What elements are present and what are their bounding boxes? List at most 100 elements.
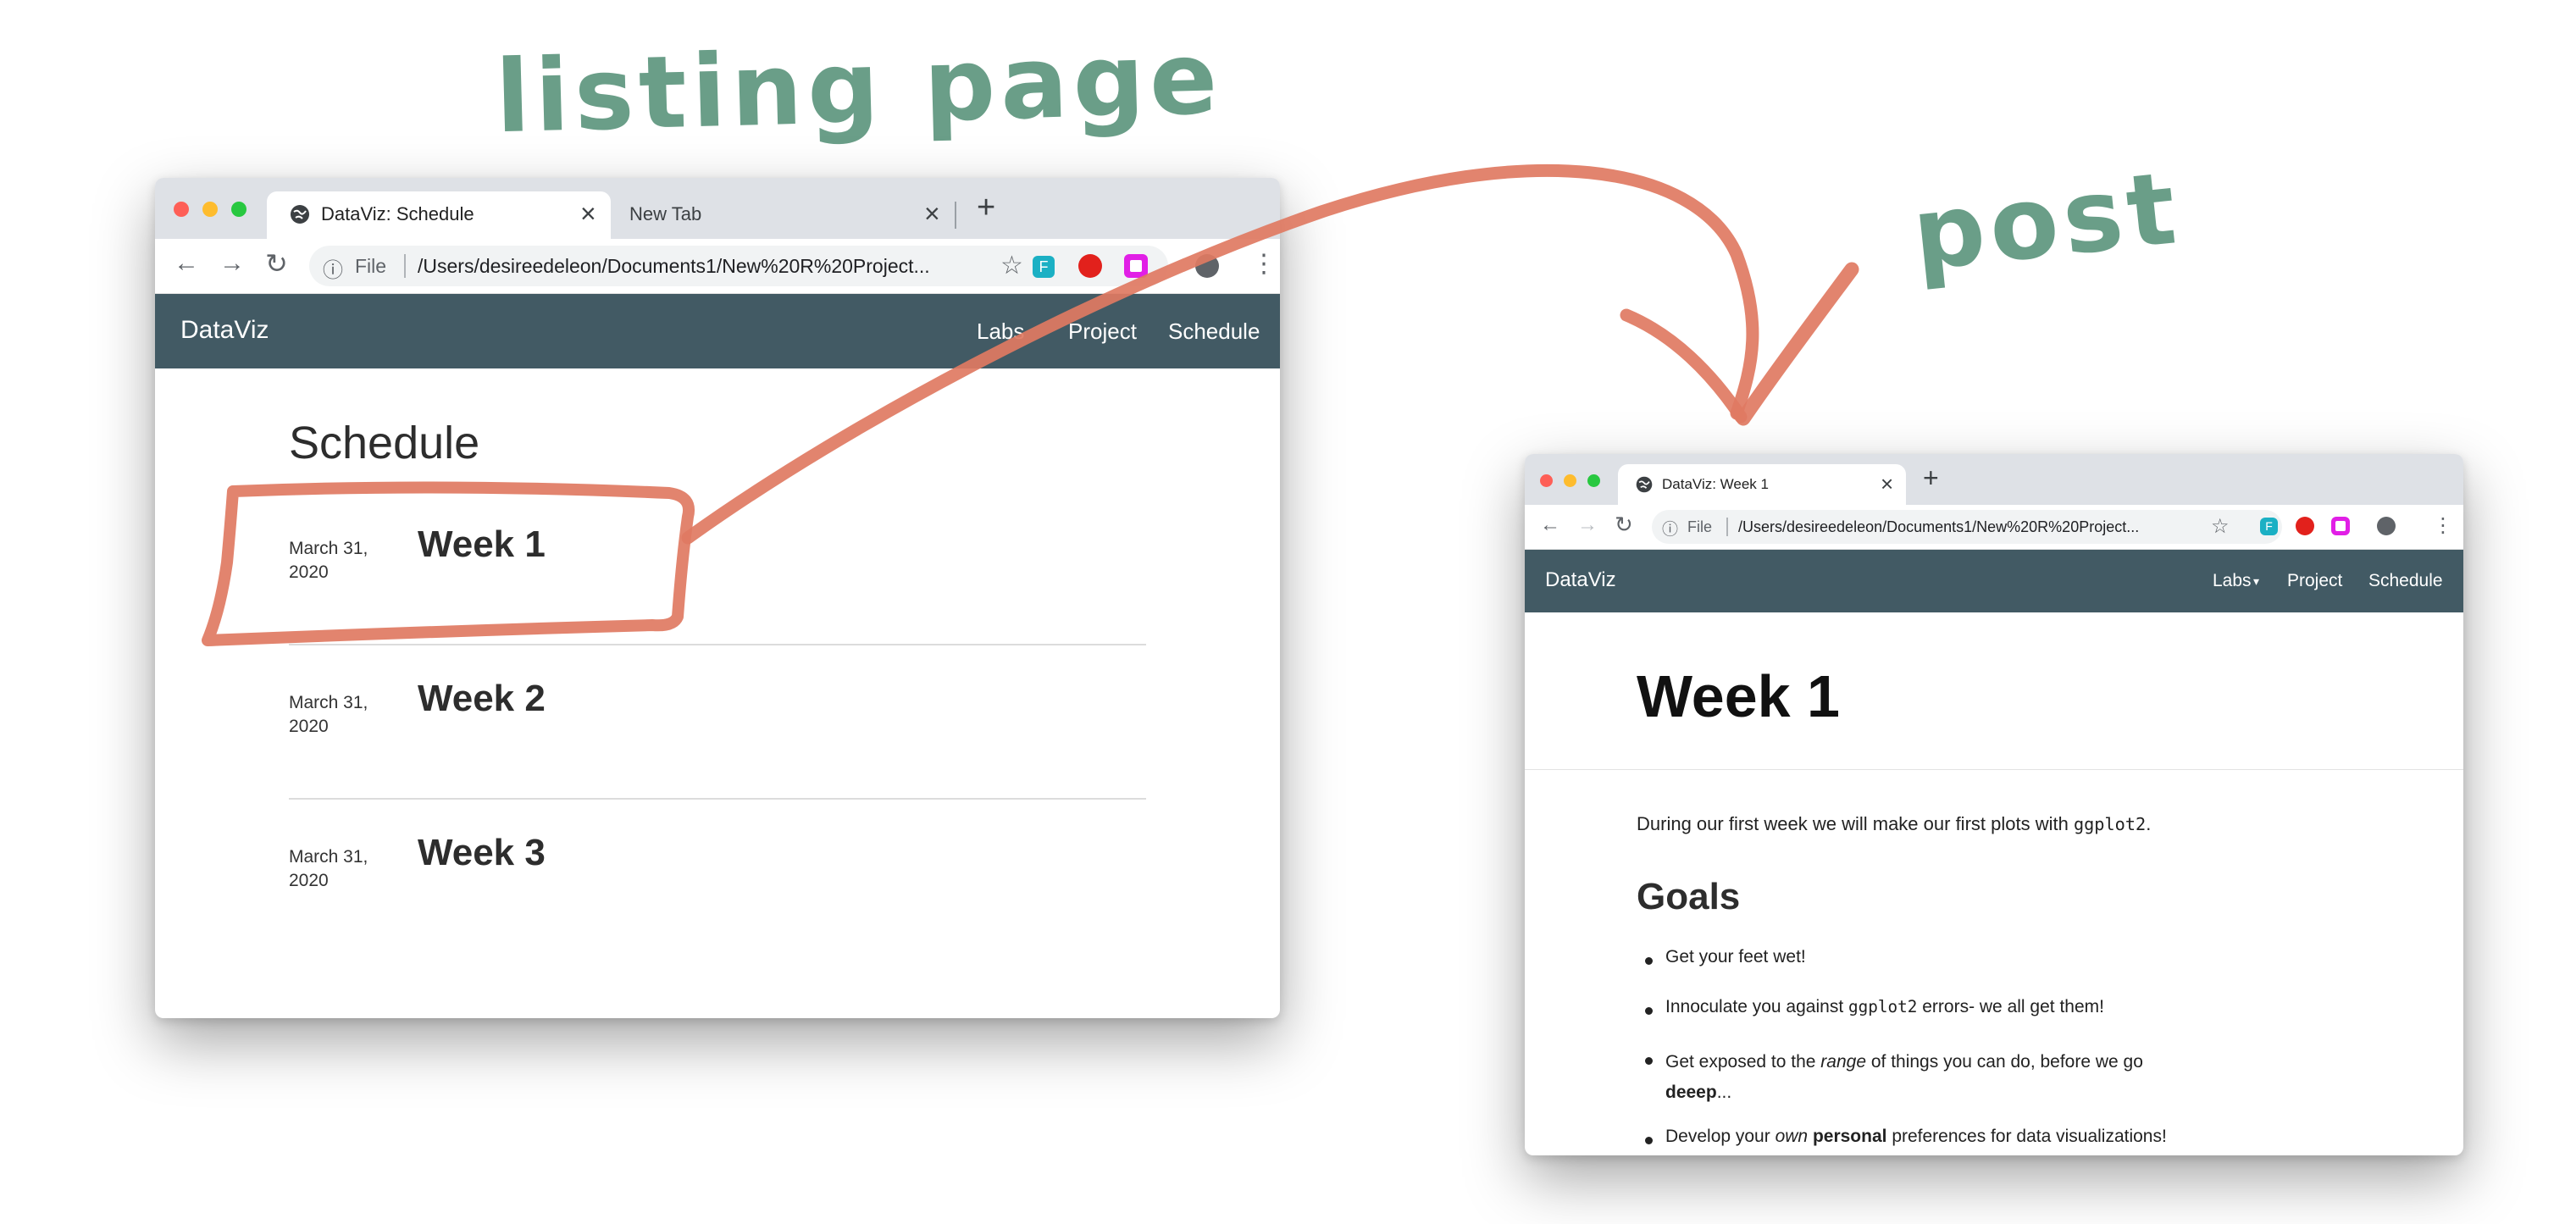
- annotation-listing-page: listing page: [494, 19, 1224, 156]
- browser-toolbar: ← → ↻ ⓘ File /Users/desireedeleon/Docume…: [1525, 505, 2463, 550]
- entry-title[interactable]: Week 1: [418, 523, 546, 566]
- bullet: [1645, 957, 1653, 965]
- entry-date-line2: 2020: [289, 871, 329, 890]
- goal-text: Innoculate you against: [1665, 997, 1848, 1016]
- nav-labs-caret-icon[interactable]: ▾: [2253, 574, 2259, 589]
- inline-code: ggplot2: [2073, 814, 2147, 834]
- site-brand[interactable]: DataViz: [1545, 568, 1616, 592]
- extension-square-icon[interactable]: [2331, 517, 2350, 535]
- nav-project[interactable]: Project: [2287, 571, 2342, 591]
- tab-title: DataViz: Week 1: [1662, 476, 1769, 492]
- globe-icon: [1635, 475, 1654, 494]
- goal-text: preferences for data visualizations!: [1886, 1127, 2167, 1146]
- nav-project[interactable]: Project: [1068, 318, 1137, 345]
- url-text: /Users/desireedeleon/Documents1/New%20R%…: [1738, 518, 2140, 535]
- menu-icon[interactable]: ⋮: [1251, 249, 1277, 279]
- title-divider: [1525, 769, 2463, 770]
- reload-icon[interactable]: ↻: [265, 247, 288, 280]
- info-icon: ⓘ: [1662, 521, 1679, 539]
- omnibox-separator: [1726, 518, 1728, 536]
- globe-icon: [289, 203, 311, 225]
- close-tab-icon[interactable]: ×: [1881, 471, 1893, 497]
- extension-f-icon[interactable]: F: [2260, 518, 2278, 535]
- entry-date-line1: March 31,: [289, 539, 368, 558]
- arrowhead-right-stroke: [1736, 262, 1859, 426]
- close-tab-icon[interactable]: ×: [924, 198, 940, 230]
- entry-title[interactable]: Week 3: [418, 832, 546, 874]
- post-browser-window: DataViz: Week 1 × + ← → ↻ ⓘ File /Users/…: [1525, 454, 2463, 1155]
- extension-square-icon[interactable]: [1124, 254, 1148, 278]
- omnibox-separator: [404, 254, 406, 278]
- extension-hand-icon[interactable]: [2296, 517, 2314, 535]
- reload-icon[interactable]: ↻: [1615, 512, 1633, 538]
- goal-text: ...: [1716, 1083, 1732, 1102]
- star-icon[interactable]: ☆: [1000, 251, 1023, 280]
- goal-text: Get exposed to the: [1665, 1052, 1821, 1072]
- nav-labs[interactable]: Labs: [977, 318, 1024, 345]
- address-bar[interactable]: ⓘ File /Users/desireedeleon/Documents1/N…: [1652, 510, 2282, 544]
- new-tab-button[interactable]: +: [977, 190, 995, 226]
- entry-divider: [289, 644, 1146, 645]
- goal-text: errors- we all get them!: [1917, 997, 2104, 1016]
- close-window-button[interactable]: [1540, 474, 1553, 487]
- minimize-window-button[interactable]: [1564, 474, 1576, 487]
- nav-schedule[interactable]: Schedule: [1168, 318, 1260, 345]
- close-tab-icon[interactable]: ×: [580, 198, 596, 230]
- entry-date-line2: 2020: [289, 562, 329, 582]
- maximize-window-button[interactable]: [231, 202, 247, 217]
- site-navbar: DataViz Labs ▾ Project Schedule: [1525, 550, 2463, 612]
- listing-browser-window: DataViz: Schedule × New Tab × + ← → ↻ ⓘ …: [155, 178, 1280, 1018]
- tab-title: New Tab: [629, 203, 702, 224]
- tab-dataviz-week-1[interactable]: DataViz: Week 1 ×: [1618, 464, 1906, 505]
- nav-labs[interactable]: Labs: [2213, 571, 2252, 591]
- bullet: [1645, 1007, 1653, 1015]
- star-icon[interactable]: ☆: [2211, 514, 2230, 539]
- entry-divider: [289, 798, 1146, 800]
- extension-f-icon[interactable]: F: [1033, 256, 1055, 278]
- inline-code: ggplot2: [1848, 997, 1918, 1016]
- post-title: Week 1: [1637, 663, 1840, 729]
- goal-bold: personal: [1812, 1127, 1887, 1146]
- goal-item: Innoculate you against ggplot2 errors- w…: [1665, 997, 2104, 1017]
- tab-strip: DataViz: Schedule × New Tab × +: [155, 178, 1280, 239]
- back-icon[interactable]: ←: [174, 249, 199, 278]
- goal-emphasis: own: [1775, 1127, 1809, 1146]
- maximize-window-button[interactable]: [1587, 474, 1600, 487]
- goal-text: Get your feet wet!: [1665, 947, 1806, 966]
- tab-strip: DataViz: Week 1 × +: [1525, 454, 2463, 505]
- close-window-button[interactable]: [174, 202, 189, 217]
- goal-item: Develop your own personal preferences fo…: [1665, 1127, 2167, 1147]
- new-tab-button[interactable]: +: [1923, 462, 1939, 494]
- menu-icon[interactable]: ⋮: [2433, 513, 2453, 538]
- nav-schedule[interactable]: Schedule: [2368, 571, 2443, 591]
- tab-new-tab[interactable]: New Tab ×: [612, 191, 956, 239]
- info-icon: ⓘ: [323, 259, 343, 282]
- bullet: [1645, 1057, 1653, 1065]
- bullet: [1645, 1137, 1653, 1144]
- minimize-window-button[interactable]: [202, 202, 218, 217]
- extension-hand-icon[interactable]: [1078, 254, 1102, 278]
- site-brand[interactable]: DataViz: [180, 316, 269, 345]
- canvas: { "annotations": { "listing_label": "lis…: [0, 0, 2576, 1224]
- annotation-post: post: [1907, 148, 2186, 294]
- goal-text: of things you can do, before we go: [1866, 1052, 2143, 1072]
- tab-dataviz-schedule[interactable]: DataViz: Schedule ×: [267, 191, 611, 239]
- tab-title: DataViz: Schedule: [321, 203, 474, 224]
- goal-text: Develop your: [1665, 1127, 1776, 1146]
- profile-icon[interactable]: [2377, 517, 2396, 535]
- scheme-label: File: [355, 255, 387, 277]
- entry-date-line1: March 31,: [289, 847, 368, 867]
- entry-date-line1: March 31,: [289, 693, 368, 712]
- back-icon[interactable]: ←: [1540, 513, 1560, 537]
- browser-toolbar: ← → ↻ ⓘ File /Users/desireedeleon/Docume…: [155, 239, 1280, 294]
- forward-icon[interactable]: →: [1577, 513, 1598, 537]
- page-title: Schedule: [289, 418, 480, 468]
- entry-title[interactable]: Week 2: [418, 678, 546, 720]
- scheme-label: File: [1687, 518, 1713, 535]
- intro-paragraph: During our first week we will make our f…: [1637, 813, 2151, 835]
- intro-text: During our first week we will make our f…: [1637, 813, 2074, 834]
- profile-icon[interactable]: [1195, 254, 1219, 278]
- goal-item: Get your feet wet!: [1665, 947, 1806, 967]
- goal-bold: deeep: [1665, 1083, 1717, 1102]
- forward-icon[interactable]: →: [219, 249, 245, 278]
